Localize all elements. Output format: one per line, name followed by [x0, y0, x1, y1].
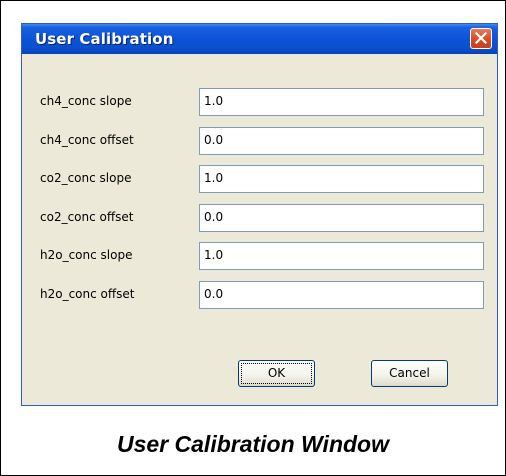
- co2-slope-label: co2_conc slope: [40, 171, 132, 185]
- h2o-slope-label: h2o_conc slope: [40, 248, 133, 262]
- cancel-button-label: Cancel: [389, 366, 430, 380]
- ch4-offset-label: ch4_conc offset: [40, 133, 134, 147]
- h2o-slope-input[interactable]: 1.0: [199, 242, 484, 270]
- window-title: User Calibration: [35, 30, 174, 48]
- title-bar[interactable]: User Calibration: [22, 24, 497, 54]
- co2-offset-input[interactable]: 0.0: [199, 204, 484, 232]
- close-button[interactable]: [470, 28, 492, 49]
- ch4-slope-label: ch4_conc slope: [40, 94, 132, 108]
- close-icon: [475, 32, 487, 44]
- user-calibration-dialog: User Calibration ch4_conc slope 1.0 ch4_…: [21, 23, 498, 406]
- figure-caption: User Calibration Window: [117, 431, 389, 457]
- co2-offset-label: co2_conc offset: [40, 210, 134, 224]
- focus-ring: [241, 363, 312, 384]
- ch4-slope-input[interactable]: 1.0: [199, 88, 484, 116]
- cancel-button[interactable]: Cancel: [371, 360, 448, 387]
- ch4-offset-input[interactable]: 0.0: [199, 127, 484, 155]
- co2-slope-input[interactable]: 1.0: [199, 165, 484, 193]
- h2o-offset-input[interactable]: 0.0: [199, 281, 484, 309]
- ok-button[interactable]: OK: [238, 360, 315, 387]
- figure-frame: User Calibration ch4_conc slope 1.0 ch4_…: [0, 0, 506, 476]
- h2o-offset-label: h2o_conc offset: [40, 287, 135, 301]
